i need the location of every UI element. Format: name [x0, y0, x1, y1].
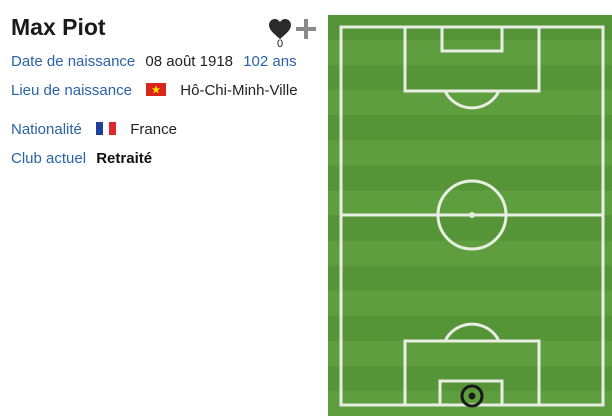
birth-date-value: 08 août 1918: [145, 53, 234, 70]
vietnam-flag-icon: [146, 82, 167, 96]
football-pitch: [328, 15, 612, 416]
grass-stripe: [328, 265, 612, 291]
birth-date-row: Date de naissance 08 août 1918 102 ans: [11, 53, 297, 70]
add-icon[interactable]: [295, 18, 317, 40]
birth-place-row: Lieu de naissance Hô-Chi-Minh-Ville: [11, 82, 298, 99]
birth-place-label: Lieu de naissance: [11, 82, 132, 99]
pitch-svg: [328, 15, 612, 416]
france-flag-icon: [96, 121, 117, 135]
age-link[interactable]: 102 ans: [243, 53, 296, 70]
birth-date-label: Date de naissance: [11, 53, 136, 70]
nationality-label: Nationalité: [11, 121, 82, 138]
birth-place-value: Hô-Chi-Minh-Ville: [180, 82, 298, 99]
club-label: Club actuel: [11, 150, 87, 167]
grass-stripe: [328, 115, 612, 141]
heart-icon[interactable]: [268, 18, 292, 40]
grass-stripe: [328, 215, 612, 241]
player-actions: 0: [268, 16, 318, 56]
club-value: Retraité: [96, 150, 153, 167]
player-name: Max Piot: [11, 14, 106, 40]
grass-stripe: [328, 315, 612, 341]
like-count: 0: [277, 38, 284, 50]
club-row: Club actuel Retraité: [11, 150, 152, 167]
center-spot: [469, 212, 475, 218]
nationality-row: Nationalité France: [11, 121, 177, 138]
nationality-value: France: [130, 121, 177, 138]
grass-stripe: [328, 65, 612, 91]
grass-stripe: [328, 165, 612, 191]
